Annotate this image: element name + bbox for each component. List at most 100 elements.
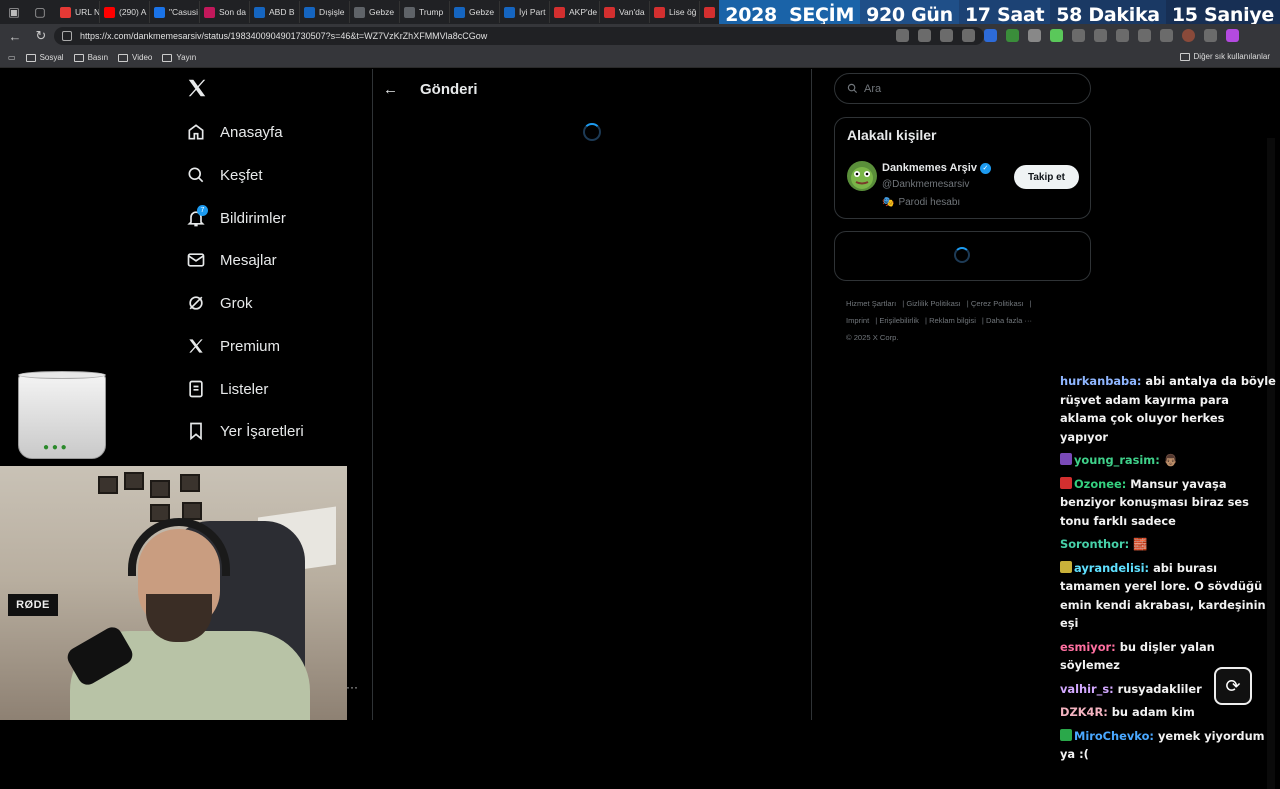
bookmark-icon [190, 422, 202, 441]
profile-avatar[interactable] [1182, 29, 1195, 42]
browser-tab[interactable]: İyi Part [500, 1, 550, 23]
browser-tab[interactable]: Gebze [350, 1, 400, 23]
extension-icon[interactable] [984, 29, 997, 42]
nav-label: Anasayfa [220, 123, 283, 141]
nav-label: Yer İşaretleri [220, 422, 304, 440]
chat-username: Ozonee [1074, 476, 1122, 491]
tab-favicon-icon [654, 6, 665, 18]
bookmark-folder-video[interactable]: Video [118, 53, 152, 62]
tab-title: Dışişle [319, 7, 345, 17]
back-arrow-icon[interactable]: ← [383, 81, 398, 98]
bookmark-folder-basin[interactable]: Basın [73, 53, 108, 62]
browser-tab[interactable]: Van'da [600, 1, 650, 23]
tab-favicon-icon [354, 6, 365, 18]
browser-tab[interactable]: Dışişle [300, 1, 350, 23]
post-column: ← Gönderi [373, 69, 811, 720]
url-field[interactable]: https://x.com/dankmemesarsiv/status/1983… [54, 27, 984, 45]
zoom-icon[interactable] [918, 29, 931, 42]
x-logo-icon[interactable] [186, 77, 216, 107]
nav-item-premium[interactable]: Premium [186, 331, 280, 361]
webcam-overlay: RØDE [0, 466, 347, 720]
collections-icon[interactable] [1138, 29, 1151, 42]
grok-icon [189, 296, 203, 310]
browser-tab[interactable]: ABD B [250, 1, 300, 23]
tab-title: URL N [75, 7, 100, 17]
browser-tab[interactable]: Trump [400, 1, 450, 23]
nav-item-explore[interactable]: Keşfet [186, 160, 263, 190]
extension-icon[interactable] [1006, 29, 1019, 42]
avatar[interactable] [847, 161, 877, 191]
tab-list-icon[interactable]: ▢ [30, 2, 50, 22]
extension-icon[interactable] [1072, 29, 1085, 42]
workspaces-icon[interactable]: ▣ [4, 2, 24, 22]
browser-tab[interactable]: "Casusi [150, 1, 200, 23]
site-info-icon[interactable] [62, 31, 72, 41]
favorite-star-icon[interactable] [962, 29, 975, 42]
profile-name[interactable]: Dankmemes Arşiv ✓ [882, 162, 991, 174]
nav-item-home[interactable]: Anasayfa [186, 117, 283, 147]
folder-icon [73, 53, 84, 62]
nav-item-grok[interactable]: Grok [186, 288, 253, 318]
verified-badge-icon: ✓ [979, 162, 991, 174]
chat-text: rusyadakliler [1117, 681, 1202, 696]
chat-separator: : [1124, 537, 1134, 551]
footer-link[interactable]: Daha fazla ··· [986, 316, 1032, 325]
url-text: https://x.com/dankmemesarsiv/status/1983… [80, 31, 488, 41]
chat-message: young_rasim: 👨🏽 [1060, 451, 1276, 470]
chat-username: hurkanbaba [1060, 374, 1137, 388]
footer-link[interactable]: Reklam bilgisi [929, 316, 976, 325]
browser-tab[interactable]: Son da [200, 1, 250, 23]
browser-tab[interactable]: Gebze [450, 1, 500, 23]
chat-badge-icon [1060, 728, 1072, 741]
puzzle-icon[interactable] [1094, 29, 1107, 42]
page-title: Gönderi [420, 80, 478, 98]
shield-icon[interactable] [1160, 29, 1173, 42]
loading-spinner [583, 123, 601, 141]
tab-favicon-icon [204, 6, 215, 18]
nav-item-lists[interactable]: Listeler [186, 374, 268, 404]
home-icon [188, 124, 204, 140]
copilot-icon[interactable] [1226, 29, 1239, 42]
follow-button[interactable]: Takip et [1014, 165, 1079, 189]
favorites-icon[interactable] [1116, 29, 1129, 42]
extension-icon[interactable] [1028, 29, 1041, 42]
nav-item-bookmarks[interactable]: Yer İşaretleri [186, 416, 304, 446]
browser-tab[interactable]: AKP'de [550, 1, 600, 23]
more-icon[interactable] [1204, 29, 1217, 42]
bookmark-folder-sosyal[interactable]: Sosyal [25, 53, 64, 62]
footer-link[interactable]: Çerez Politikası [971, 299, 1024, 308]
footer-link[interactable]: Erişilebilirlik [879, 316, 919, 325]
browser-tab[interactable]: URL N [56, 1, 100, 23]
footer-link[interactable]: Hizmet Şartları [846, 299, 896, 308]
profile-handle[interactable]: @Dankmemesarsiv [882, 179, 969, 190]
footer-link[interactable]: Gizlilik Politikası [906, 299, 960, 308]
extension-icon[interactable] [1050, 29, 1063, 42]
twitch-logo-icon: ⟳ [1214, 667, 1252, 705]
nav-item-notifications[interactable]: 7 Bildirimler [186, 203, 286, 233]
tab-title: Trump [419, 7, 444, 17]
loading-spinner [954, 247, 970, 263]
nav-label: Premium [220, 337, 281, 355]
nav-label: Mesajlar [220, 251, 277, 269]
post-header: ← Gönderi [383, 77, 478, 101]
back-arrow-icon[interactable]: ← [4, 25, 26, 47]
cup-overlay-image: ● ● ● [18, 371, 106, 459]
tab-favicon-icon [154, 6, 165, 18]
search-input[interactable]: Ara [834, 73, 1091, 104]
other-bookmarks[interactable]: Diğer sık kullanılanlar [1179, 52, 1270, 61]
tab-favicon-icon [304, 6, 315, 18]
read-aloud-icon[interactable] [940, 29, 953, 42]
bookmark-folder-yayin[interactable]: Yayın [162, 53, 196, 62]
nav-item-messages[interactable]: Mesajlar [186, 245, 277, 275]
reload-icon[interactable]: ↻ [30, 25, 52, 47]
extension-icon[interactable] [896, 29, 909, 42]
more-options-icon[interactable]: ··· [346, 680, 358, 694]
cup-rim [18, 371, 106, 379]
folder-icon [118, 53, 129, 62]
apps-icon[interactable]: ▭ [8, 53, 16, 62]
browser-tab[interactable]: (290) A [100, 1, 150, 23]
browser-tab[interactable]: Lise öğ [650, 1, 700, 23]
tab-title: Van'da [619, 7, 645, 17]
footer-link[interactable]: Imprint [846, 316, 869, 325]
folder-icon [25, 53, 36, 62]
